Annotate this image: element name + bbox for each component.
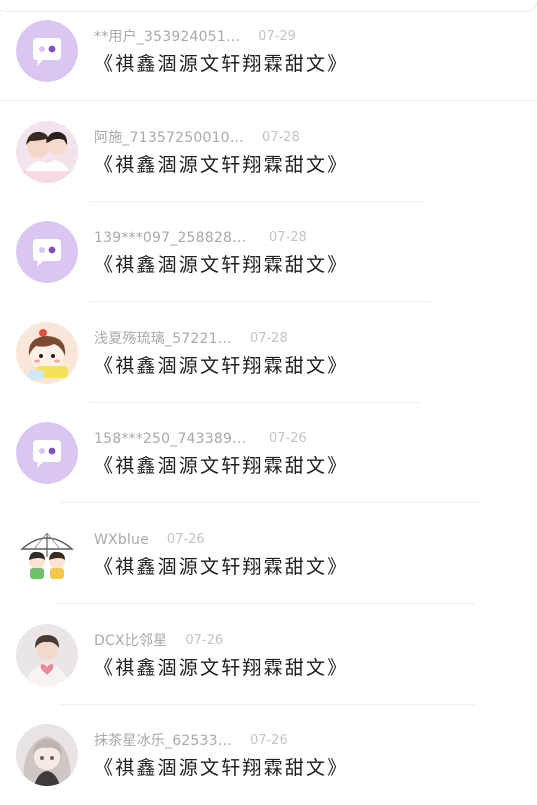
boy-heart-photo-avatar-icon bbox=[16, 623, 78, 686]
comment-item[interactable]: DCX比邻星 07-26 《祺鑫涸源文轩翔霖甜文》 bbox=[0, 604, 537, 705]
default-speech-bubble-avatar-icon bbox=[16, 422, 78, 485]
username[interactable]: 浅夏殇琉璃_57221… bbox=[94, 329, 232, 349]
comment-item[interactable]: 抹茶星冰乐_62533… 07-26 《祺鑫涸源文轩翔霖甜文》 bbox=[0, 704, 537, 805]
comment-meta: DCX比邻星 07-26 bbox=[94, 631, 223, 651]
cartoon-girl-avatar[interactable] bbox=[16, 321, 78, 384]
comment-text[interactable]: 《祺鑫涸源文轩翔霖甜文》 bbox=[94, 253, 348, 277]
timestamp: 07-26 bbox=[249, 733, 288, 749]
two-boys-photo-avatar-icon bbox=[16, 120, 78, 183]
default-speech-bubble-avatar[interactable] bbox=[16, 221, 78, 284]
timestamp: 07-28 bbox=[249, 330, 288, 346]
two-boys-photo-avatar[interactable] bbox=[16, 120, 78, 183]
username[interactable]: 139***097_2588285… bbox=[94, 228, 251, 248]
comment-meta: WXblue 07-26 bbox=[94, 530, 205, 550]
comment-item[interactable]: 阿施_71357250010… 07-28 《祺鑫涸源文轩翔霖甜文》 bbox=[0, 101, 537, 202]
default-speech-bubble-avatar-icon bbox=[16, 20, 78, 82]
boy-heart-photo-avatar[interactable] bbox=[16, 623, 78, 686]
comment-item[interactable]: **用户_353924051… 07-29 《祺鑫涸源文轩翔霖甜文》 bbox=[0, 0, 537, 101]
default-speech-bubble-avatar[interactable] bbox=[16, 422, 78, 485]
username[interactable]: WXblue bbox=[94, 530, 149, 550]
comment-item[interactable]: 浅夏殇琉璃_57221… 07-28 《祺鑫涸源文轩翔霖甜文》 bbox=[0, 302, 537, 403]
comment-text[interactable]: 《祺鑫涸源文轩翔霖甜文》 bbox=[94, 756, 348, 780]
comment-meta: 阿施_71357250010… 07-28 bbox=[94, 128, 300, 148]
comment-meta: 158***250_7433897… 07-26 bbox=[94, 429, 307, 449]
username[interactable]: DCX比邻星 bbox=[94, 631, 167, 651]
username[interactable]: **用户_353924051… bbox=[94, 27, 240, 47]
cartoon-umbrella-avatar-icon bbox=[16, 523, 78, 585]
anime-girl-avatar[interactable] bbox=[16, 724, 78, 787]
comment-item[interactable]: 139***097_2588285… 07-28 《祺鑫涸源文轩翔霖甜文》 bbox=[0, 201, 537, 303]
comment-meta: 抹茶星冰乐_62533… 07-26 bbox=[94, 731, 288, 751]
timestamp: 07-28 bbox=[269, 230, 307, 246]
comment-text[interactable]: 《祺鑫涸源文轩翔霖甜文》 bbox=[94, 555, 348, 579]
comment-text[interactable]: 《祺鑫涸源文轩翔霖甜文》 bbox=[94, 454, 348, 478]
default-speech-bubble-avatar-icon bbox=[16, 221, 78, 284]
cartoon-umbrella-avatar[interactable] bbox=[16, 523, 78, 585]
comment-text[interactable]: 《祺鑫涸源文轩翔霖甜文》 bbox=[94, 52, 348, 76]
timestamp: 07-26 bbox=[185, 632, 224, 648]
username[interactable]: 抹茶星冰乐_62533… bbox=[94, 731, 232, 751]
comment-text[interactable]: 《祺鑫涸源文轩翔霖甜文》 bbox=[94, 354, 348, 378]
comment-item[interactable]: 158***250_7433897… 07-26 《祺鑫涸源文轩翔霖甜文》 bbox=[0, 402, 537, 504]
comment-meta: **用户_353924051… 07-29 bbox=[94, 27, 296, 47]
timestamp: 07-26 bbox=[269, 431, 307, 447]
comment-text[interactable]: 《祺鑫涸源文轩翔霖甜文》 bbox=[94, 656, 348, 680]
comment-meta: 浅夏殇琉璃_57221… 07-28 bbox=[94, 329, 288, 349]
comment-text[interactable]: 《祺鑫涸源文轩翔霖甜文》 bbox=[94, 153, 348, 177]
timestamp: 07-26 bbox=[166, 532, 205, 547]
comment-item[interactable]: WXblue 07-26 《祺鑫涸源文轩翔霖甜文》 bbox=[0, 503, 537, 604]
username[interactable]: 阿施_71357250010… bbox=[94, 128, 244, 148]
timestamp: 07-28 bbox=[261, 129, 300, 145]
cartoon-girl-avatar-icon bbox=[16, 321, 78, 384]
timestamp: 07-29 bbox=[258, 29, 296, 44]
default-speech-bubble-avatar[interactable] bbox=[16, 20, 78, 82]
anime-girl-avatar-icon bbox=[16, 724, 78, 787]
comment-meta: 139***097_2588285… 07-28 bbox=[94, 228, 307, 248]
username[interactable]: 158***250_7433897… bbox=[94, 429, 251, 449]
